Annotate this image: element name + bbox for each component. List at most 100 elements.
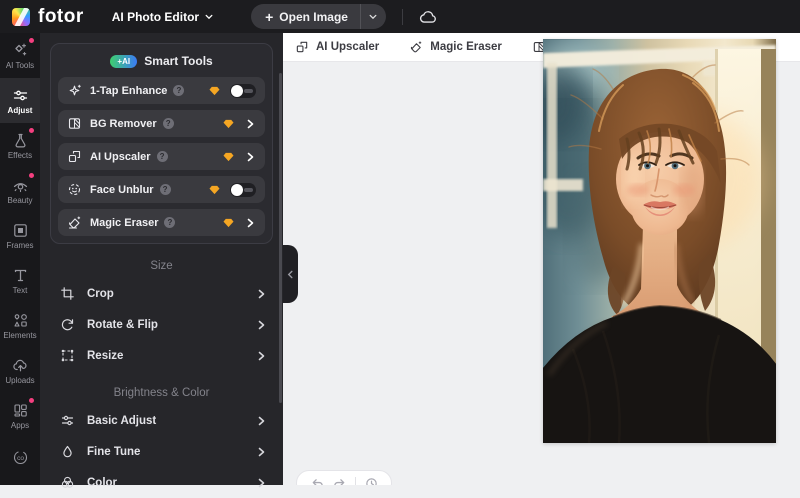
sidebar-item-elements[interactable]: Elements — [0, 303, 40, 348]
frames-icon — [12, 222, 29, 239]
apps-icon — [12, 402, 29, 419]
premium-diamond-icon — [223, 152, 234, 162]
list-row-label: Fine Tune — [87, 446, 140, 458]
svg-text:co: co — [17, 455, 24, 462]
tool-row-face-unblur[interactable]: Face Unblur ? — [58, 176, 265, 203]
sidebar-item-apps[interactable]: Apps — [0, 393, 40, 438]
sidebar-item-beauty[interactable]: Beauty — [0, 168, 40, 213]
pill-divider — [355, 477, 356, 485]
adjust-icon — [12, 87, 29, 104]
tool-label: Magic Eraser — [90, 217, 158, 229]
adjust-panel: +AI Smart Tools 1-Tap Enhance ? BG Remov… — [40, 33, 283, 485]
help-icon[interactable]: ? — [173, 85, 184, 96]
sidebar-item-uploads[interactable]: Uploads — [0, 348, 40, 393]
fine-tune-icon — [60, 444, 75, 459]
sidebar-item-label: Apps — [11, 422, 29, 430]
sidebar-item-effects[interactable]: Effects — [0, 123, 40, 168]
fotor-logo-icon[interactable] — [12, 8, 30, 26]
notification-dot — [29, 398, 34, 403]
sidebar-rail: AI Tools Adjust Effects Beauty Frames — [0, 33, 40, 485]
tool-label: BG Remover — [90, 118, 157, 130]
color-icon — [60, 475, 75, 490]
chevron-right-icon — [255, 350, 267, 362]
sidebar-item-co-create[interactable]: co — [0, 438, 40, 476]
face-unblur-toggle[interactable] — [230, 183, 256, 197]
sidebar-item-adjust[interactable]: Adjust — [0, 78, 40, 123]
sidebar-item-label: Text — [13, 287, 28, 295]
chevron-down-icon — [205, 13, 213, 21]
crop-icon — [60, 286, 75, 301]
smart-tools-card: +AI Smart Tools 1-Tap Enhance ? BG Remov… — [50, 43, 273, 244]
cloud-sync-icon[interactable] — [417, 6, 439, 28]
list-row-label: Basic Adjust — [87, 415, 156, 427]
brand-wordmark: fotor — [38, 6, 84, 28]
help-icon[interactable]: ? — [164, 217, 175, 228]
section-title-size: Size — [40, 260, 283, 272]
co-create-icon: co — [12, 449, 29, 466]
list-row-rotate-flip[interactable]: Rotate & Flip — [40, 309, 283, 340]
sidebar-item-label: Uploads — [5, 377, 34, 385]
list-row-resize[interactable]: Resize — [40, 340, 283, 371]
tool-row-bg-remover[interactable]: BG Remover ? — [58, 110, 265, 137]
panel-collapse-handle[interactable] — [283, 245, 298, 303]
tool-row-ai-upscaler[interactable]: AI Upscaler ? — [58, 143, 265, 170]
sidebar-item-ai-tools[interactable]: AI Tools — [0, 33, 40, 78]
chevron-right-icon — [244, 217, 256, 229]
sidebar-item-label: Frames — [6, 242, 33, 250]
redo-icon[interactable] — [333, 477, 346, 486]
plus-icon: + — [265, 9, 273, 25]
list-row-color[interactable]: Color — [40, 467, 283, 498]
ai-upscaler-icon — [67, 149, 82, 164]
help-icon[interactable]: ? — [163, 118, 174, 129]
canvas-tab-ai-upscaler[interactable]: AI Upscaler — [295, 40, 379, 54]
history-icon[interactable] — [365, 477, 378, 486]
help-icon[interactable]: ? — [160, 184, 171, 195]
list-row-crop[interactable]: Crop — [40, 278, 283, 309]
sidebar-item-text[interactable]: Text — [0, 258, 40, 303]
canvas-tab-magic-eraser[interactable]: Magic Eraser — [409, 40, 502, 54]
uploads-icon — [12, 357, 29, 374]
chevron-right-icon — [255, 319, 267, 331]
notification-dot — [29, 173, 34, 178]
panel-scrollbar[interactable] — [279, 73, 282, 403]
undo-icon[interactable] — [311, 477, 324, 486]
canvas-photo-portrait[interactable] — [543, 39, 776, 443]
chevron-right-icon — [255, 415, 267, 427]
chevron-right-icon — [244, 118, 256, 130]
premium-diamond-icon — [223, 218, 234, 228]
ai-upscaler-icon — [295, 40, 309, 54]
open-image-split-button: + Open Image — [251, 4, 386, 29]
list-row-label: Rotate & Flip — [87, 319, 158, 331]
list-row-fine-tune[interactable]: Fine Tune — [40, 436, 283, 467]
chevron-left-icon — [286, 270, 295, 279]
list-row-label: Crop — [87, 288, 114, 300]
chevron-down-icon — [369, 13, 377, 21]
open-image-dropdown-button[interactable] — [360, 4, 386, 29]
premium-diamond-icon — [209, 185, 220, 195]
effects-icon — [12, 132, 29, 149]
list-row-basic-adjust[interactable]: Basic Adjust — [40, 405, 283, 436]
open-image-label: Open Image — [279, 10, 348, 24]
tool-label: Face Unblur — [90, 184, 154, 196]
workspace-label: AI Photo Editor — [112, 10, 199, 24]
tool-row-magic-eraser[interactable]: Magic Eraser ? — [58, 209, 265, 236]
workspace-switcher[interactable]: AI Photo Editor — [112, 10, 213, 24]
bg-remover-icon — [67, 116, 82, 131]
list-row-label: Resize — [87, 350, 123, 362]
top-bar: fotor AI Photo Editor + Open Image — [0, 0, 800, 33]
one-tap-enhance-toggle[interactable] — [230, 84, 256, 98]
basic-adjust-icon — [60, 413, 75, 428]
open-image-button[interactable]: + Open Image — [251, 4, 360, 29]
tool-row-1-tap-enhance[interactable]: 1-Tap Enhance ? — [58, 77, 265, 104]
help-icon[interactable]: ? — [157, 151, 168, 162]
chevron-right-icon — [244, 151, 256, 163]
notification-dot — [29, 38, 34, 43]
smart-tools-header: +AI Smart Tools — [58, 52, 265, 70]
face-unblur-icon — [67, 182, 82, 197]
sidebar-item-label: Effects — [8, 152, 32, 160]
sidebar-item-frames[interactable]: Frames — [0, 213, 40, 258]
premium-diamond-icon — [209, 86, 220, 96]
notification-dot — [29, 128, 34, 133]
section-title-brightness-color: Brightness & Color — [40, 387, 283, 399]
text-icon — [12, 267, 29, 284]
